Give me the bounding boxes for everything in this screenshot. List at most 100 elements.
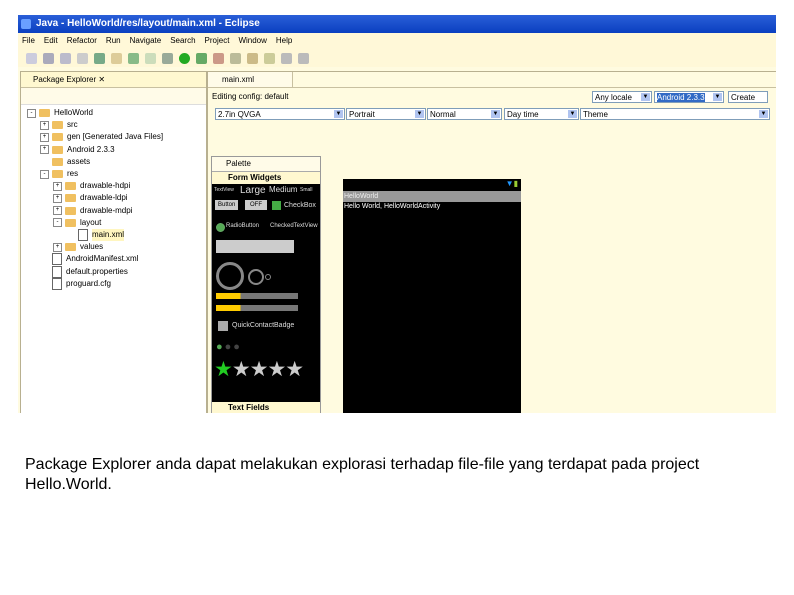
expand-toggle-icon[interactable]: +	[53, 206, 62, 216]
folder-icon	[65, 218, 76, 227]
progress-bar[interactable]	[216, 293, 298, 299]
toolbar	[18, 49, 776, 67]
tree-item[interactable]: proguard.cfg	[21, 277, 206, 290]
expand-toggle-icon[interactable]: +	[53, 181, 62, 191]
window-title: Java - HelloWorld/res/layout/main.xml - …	[36, 18, 260, 29]
folder-icon	[65, 194, 76, 203]
button-widget[interactable]: Button	[215, 200, 239, 210]
expand-toggle-icon[interactable]: +	[40, 145, 49, 155]
external-tools-icon[interactable]	[196, 52, 207, 64]
next-annotation-icon[interactable]	[264, 52, 275, 64]
debug-icon[interactable]	[162, 52, 173, 64]
print-icon[interactable]	[77, 52, 88, 64]
progress-small-icon[interactable]	[265, 274, 271, 280]
create-button[interactable]: Create	[728, 91, 768, 103]
progress-large-icon[interactable]	[216, 262, 244, 290]
tree-item[interactable]: + drawable-mdpi	[21, 205, 206, 217]
tree-item[interactable]: - layout	[21, 217, 206, 229]
tree-item-label: main.xml	[92, 228, 125, 241]
textview-widget[interactable]: TextView	[214, 187, 234, 193]
expand-toggle-icon[interactable]: -	[53, 218, 62, 228]
menu-refactor[interactable]: Refactor	[67, 33, 97, 49]
folder-icon	[65, 182, 76, 191]
seekbar[interactable]	[216, 305, 298, 311]
folder-icon	[52, 133, 63, 142]
forward-icon[interactable]	[298, 52, 309, 64]
tab-package-explorer[interactable]: Package Explorer ✕	[21, 72, 206, 88]
tree-item[interactable]: + drawable-ldpi	[21, 192, 206, 204]
spinner-widget[interactable]	[216, 240, 294, 253]
menu-help[interactable]: Help	[276, 33, 292, 49]
contact-badge-icon[interactable]	[218, 321, 228, 331]
tab-main-xml[interactable]: main.xml	[208, 72, 293, 87]
menu-navigate[interactable]: Navigate	[130, 33, 162, 49]
tree-item[interactable]: assets	[21, 156, 206, 168]
menu-project[interactable]: Project	[205, 33, 230, 49]
palette-header[interactable]: Palette	[212, 157, 320, 172]
target-select[interactable]: Android 2.3.3 ▼	[654, 91, 724, 103]
ratingbar-icon[interactable]: ★★★★★	[214, 357, 304, 382]
screen-select[interactable]: 2.7in QVGA ▼	[215, 108, 345, 120]
tree-item-label: values	[80, 242, 104, 252]
tree-item[interactable]: + src	[21, 119, 206, 131]
tree-item[interactable]: + gen [Generated Java Files]	[21, 131, 206, 143]
android-sdk-icon[interactable]	[94, 52, 105, 64]
slide-caption: Package Explorer anda dapat melakukan ex…	[25, 456, 700, 493]
progress-medium-icon[interactable]	[248, 269, 264, 285]
menu-search[interactable]: Search	[170, 33, 195, 49]
small-text-widget[interactable]: Small	[300, 187, 313, 193]
tree-item-label: res	[67, 169, 79, 179]
radio-icon[interactable]	[216, 223, 225, 232]
eclipse-icon	[21, 19, 31, 29]
tree-item[interactable]: main.xml	[21, 228, 206, 241]
close-icon[interactable]: ✕	[98, 75, 105, 84]
new-class-icon[interactable]	[213, 52, 224, 64]
radiogroup-icon[interactable]: ●●●	[216, 341, 242, 353]
tree-item[interactable]: AndroidManifest.xml	[21, 253, 206, 266]
orientation-select[interactable]: Portrait ▼	[346, 108, 426, 120]
dock-select[interactable]: Normal ▼	[427, 108, 502, 120]
new-project-icon[interactable]	[111, 52, 122, 64]
file-icon	[52, 265, 62, 278]
tree-item[interactable]: - res	[21, 168, 206, 180]
menu-file[interactable]: File	[22, 33, 35, 49]
expand-toggle-icon[interactable]: -	[40, 169, 49, 179]
locale-select[interactable]: Any locale ▼	[592, 91, 652, 103]
hello-textview[interactable]: Hello World, HelloWorldActivity	[343, 203, 521, 210]
junit-icon[interactable]	[128, 52, 139, 64]
menu-run[interactable]: Run	[106, 33, 121, 49]
eclipse-screenshot: Java - HelloWorld/res/layout/main.xml - …	[18, 15, 776, 413]
run-icon[interactable]	[179, 52, 190, 64]
time-select[interactable]: Day time ▼	[504, 108, 579, 120]
save-icon[interactable]	[43, 52, 54, 64]
expand-toggle-icon[interactable]: +	[53, 242, 62, 252]
open-type-icon[interactable]	[230, 52, 241, 64]
search-icon[interactable]	[247, 52, 258, 64]
menu-window[interactable]: Window	[238, 33, 266, 49]
section-text-fields[interactable]: Text Fields	[212, 402, 320, 413]
back-icon[interactable]	[281, 52, 292, 64]
tree-item[interactable]: + drawable-hdpi	[21, 180, 206, 192]
large-text-widget[interactable]: Large	[240, 185, 266, 196]
tree-item[interactable]: - HelloWorld	[21, 107, 206, 119]
tree-item[interactable]: default.properties	[21, 265, 206, 278]
medium-text-widget[interactable]: Medium	[269, 185, 297, 194]
tree-item-label: assets	[67, 156, 91, 166]
title-bar: Java - HelloWorld/res/layout/main.xml - …	[18, 15, 776, 33]
expand-toggle-icon[interactable]: +	[40, 132, 49, 142]
expand-toggle-icon[interactable]: +	[40, 120, 49, 130]
section-form-widgets[interactable]: Form Widgets	[212, 172, 320, 184]
device-preview: ▼▮ HelloWorld Hello World, HelloWorldAct…	[343, 179, 521, 413]
tree-item[interactable]: + values	[21, 241, 206, 253]
new-file-icon[interactable]	[145, 52, 156, 64]
expand-toggle-icon[interactable]: -	[27, 108, 36, 118]
toggle-widget[interactable]: OFF	[245, 200, 267, 210]
expand-toggle-icon[interactable]: +	[53, 193, 62, 203]
checkbox-icon[interactable]	[272, 201, 281, 210]
save-all-icon[interactable]	[60, 52, 71, 64]
new-icon[interactable]	[26, 52, 37, 64]
theme-select[interactable]: Theme ▼	[580, 108, 770, 120]
tree-item[interactable]: + Android 2.3.3	[21, 144, 206, 156]
menu-edit[interactable]: Edit	[44, 33, 58, 49]
checkbox-label: CheckBox	[284, 202, 316, 209]
